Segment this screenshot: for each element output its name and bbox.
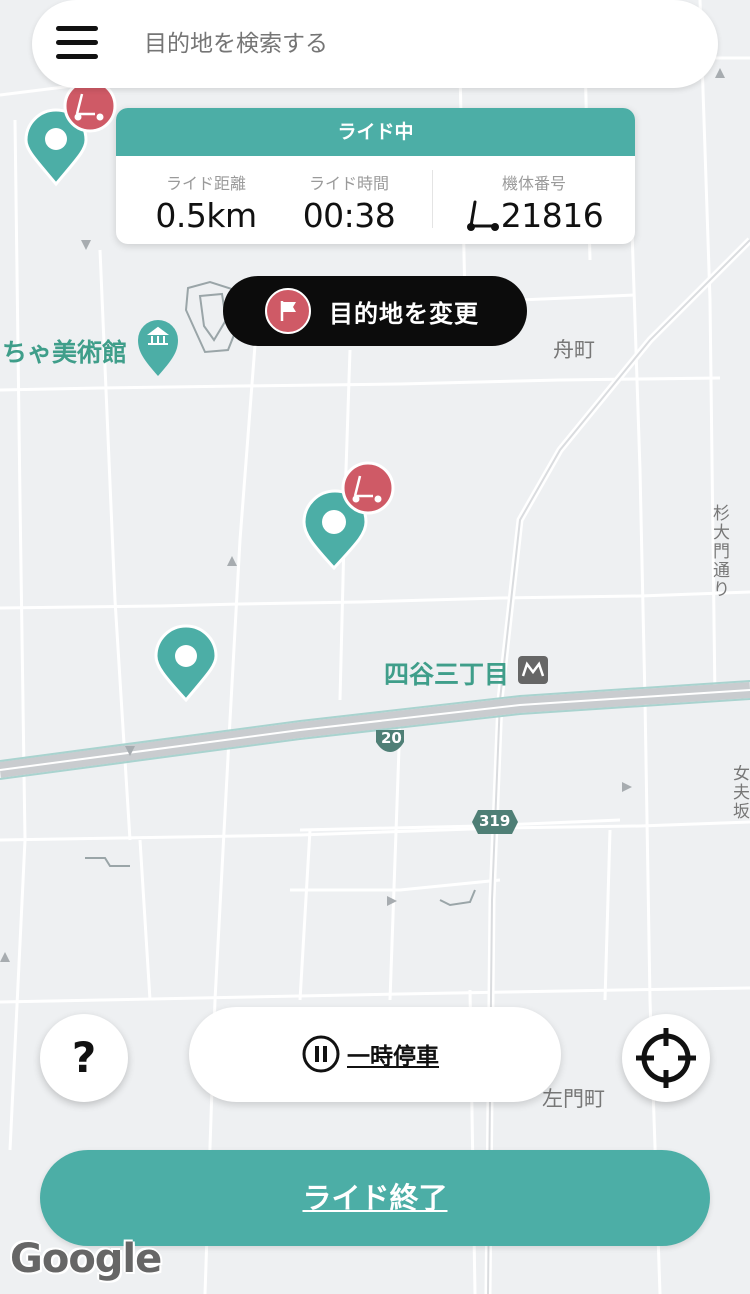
scooter-icon [466,200,499,231]
change-destination-label: 目的地を変更 [329,300,479,328]
ride-distance: ライド距離 0.5km [134,170,278,235]
route-319-label: 319 [479,812,511,830]
scooter-marker-1 [63,79,117,133]
change-destination-button[interactable]: 目的地を変更 [223,276,527,346]
map-label-museum: ちゃ美術館 [2,338,128,367]
stat-divider [432,170,433,228]
pause-label: 一時停車 [347,1044,439,1070]
scooter-marker-2 [341,461,395,515]
end-ride-button[interactable]: ライド終了 [40,1150,710,1246]
crosshair-icon [636,1028,696,1088]
ride-time-label: ライド時間 [308,174,389,193]
ride-time-value: 00:38 [302,196,396,235]
ride-status-title: ライド中 [116,108,635,156]
current-location-button[interactable] [622,1014,710,1102]
map-label-funamachi: 舟町 [553,338,595,362]
help-button[interactable]: ? [40,1014,128,1102]
pause-icon [302,1035,340,1073]
device-number-label: 機体番号 [501,174,566,193]
map-label-samonmachi: 左門町 [542,1087,605,1111]
google-logo: Google [10,1236,162,1282]
map-label-sugidaimon: 杉大門通り [713,504,730,600]
ride-distance-label: ライド距離 [165,174,246,193]
search-input[interactable] [144,22,684,66]
search-bar[interactable] [32,0,718,88]
ride-distance-value: 0.5km [155,196,257,235]
flag-icon [265,288,311,334]
ride-time: ライド時間 00:38 [280,170,418,235]
route-20-label: 20 [381,729,402,747]
pause-button[interactable]: 一時停車 [189,1007,561,1102]
ride-status-card: ライド中 ライド距離 0.5km ライド時間 00:38 機体番号 21816 [116,108,635,244]
map-label-onnazaka: 女夫坂 [733,765,750,822]
help-label: ? [71,1033,97,1082]
map-label-station: 四谷三丁目 [384,660,510,689]
device-number: 機体番号 21816 [442,170,626,235]
device-number-value: 21816 [500,196,604,235]
menu-icon[interactable] [56,26,100,60]
